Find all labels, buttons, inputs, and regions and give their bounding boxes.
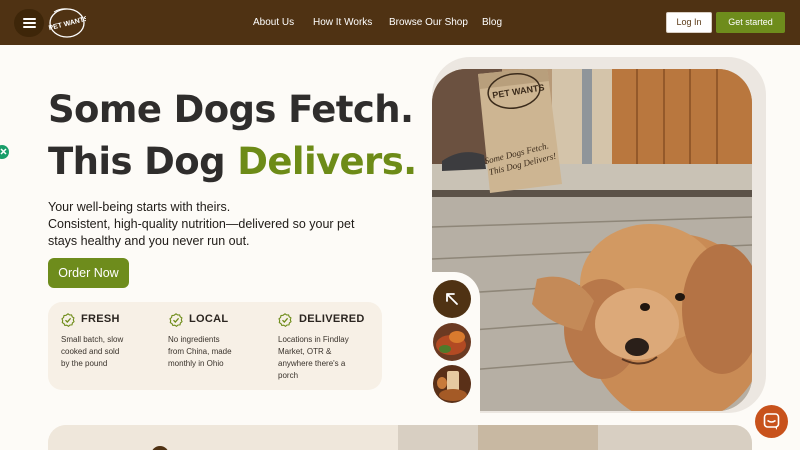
menu-icon-bar — [23, 26, 36, 28]
feature-desc-local: No ingredients from China, made monthly … — [168, 335, 232, 368]
svg-text:PET WANTS: PET WANTS — [48, 15, 86, 32]
pet-wants-logo[interactable]: PET WANTS — [46, 6, 86, 39]
hero-subtext-3: stays healthy and you never run out. — [48, 234, 250, 248]
menu-button[interactable] — [14, 9, 44, 37]
feature-title-local: LOCAL — [189, 313, 229, 325]
thumbnail-food-1[interactable] — [433, 323, 471, 361]
feature-title-delivered: DELIVERED — [299, 313, 365, 325]
features-card: FRESH Small batch, slow cooked and sold … — [48, 302, 382, 390]
headline-line-2: This Dog Delivers. — [48, 140, 417, 183]
feature-title-fresh: FRESH — [81, 313, 120, 325]
arrow-up-left-icon — [446, 293, 458, 305]
thumbnail-arrow-button[interactable] — [433, 280, 471, 318]
close-icon[interactable] — [0, 145, 9, 159]
hero-subtext-2: Consistent, high-quality nutrition—deliv… — [48, 217, 355, 231]
feature-desc-fresh: Small batch, slow cooked and sold by the… — [61, 335, 124, 368]
menu-icon-bar — [23, 18, 36, 20]
feature-desc-delivered: Locations in Findlay Market, OTR & anywh… — [278, 335, 349, 380]
check-badge-icon — [278, 313, 292, 327]
next-section-banner — [48, 425, 752, 450]
order-now-button[interactable]: Order Now — [48, 258, 129, 288]
nav-browse-shop[interactable]: Browse Our Shop — [389, 0, 468, 45]
menu-icon-bar — [23, 22, 36, 24]
chat-button[interactable] — [755, 405, 788, 438]
hero-photo: PET WANTS Some Dogs Fetch. This Dog Deli… — [432, 69, 752, 411]
nav-blog[interactable]: Blog — [482, 0, 502, 45]
chat-icon — [763, 413, 780, 430]
check-badge-icon — [169, 313, 183, 327]
thumbnail-food-2[interactable] — [433, 365, 471, 403]
headline-accent: Delivers. — [237, 140, 417, 183]
nav-about-us[interactable]: About Us — [253, 0, 294, 45]
site-header: PET WANTS About Us How It Works Browse O… — [0, 0, 800, 45]
get-started-button[interactable]: Get started — [716, 12, 785, 33]
hero-subtext-1: Your well-being starts with theirs. — [48, 200, 231, 214]
headline-line-1: Some Dogs Fetch. — [48, 88, 414, 131]
dog-with-food-bag-image: PET WANTS Some Dogs Fetch. This Dog Deli… — [432, 69, 752, 411]
nav-how-it-works[interactable]: How It Works — [313, 0, 372, 45]
login-button[interactable]: Log In — [666, 12, 712, 33]
check-badge-icon — [61, 313, 75, 327]
